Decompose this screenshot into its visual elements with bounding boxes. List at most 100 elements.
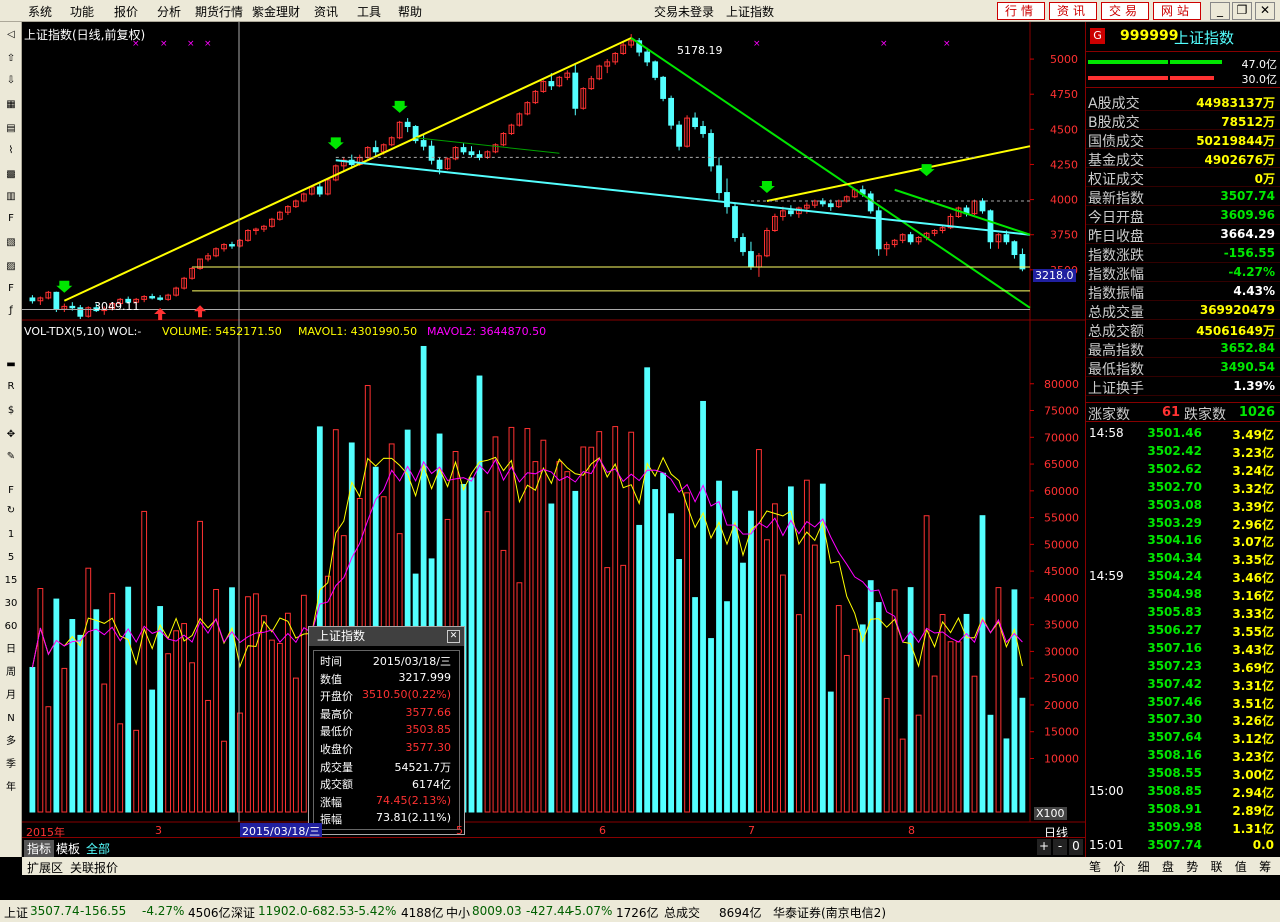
candle-body: [700, 126, 706, 135]
vol-tick-label: 20000: [1044, 699, 1079, 712]
fx-icon[interactable]: ƒ: [2, 302, 20, 320]
period-day-button[interactable]: 日: [2, 641, 20, 659]
volume-bar: [157, 606, 164, 813]
zoom-out-button[interactable]: -: [1053, 839, 1067, 855]
book-icon[interactable]: ▥: [2, 188, 20, 206]
menu-item-quote[interactable]: 报价: [114, 3, 138, 20]
f12-icon[interactable]: F: [2, 280, 20, 298]
zoom-reset-button[interactable]: 0: [1069, 839, 1083, 855]
menu-item-help[interactable]: 帮助: [398, 3, 422, 20]
volume-bar: [93, 609, 100, 813]
panel-tab[interactable]: 值: [1235, 858, 1247, 875]
panel-tab[interactable]: 筹: [1259, 858, 1271, 875]
period-15-button[interactable]: 15: [2, 572, 20, 590]
line-chart-icon[interactable]: ⌇: [2, 142, 20, 160]
period-week-button[interactable]: 周: [2, 664, 20, 682]
menu-item-news[interactable]: 资讯: [314, 3, 338, 20]
menu-item-finance[interactable]: 紫金理财: [252, 3, 300, 20]
tab-related-quote[interactable]: 关联报价: [70, 859, 118, 876]
dollar-icon[interactable]: $: [2, 402, 20, 420]
panel-tab[interactable]: 笔: [1089, 858, 1101, 875]
cursor-info-box[interactable]: 上证指数 ✕ 时间 2015/03/18/三 数值 3217.999 开盘价 3510.5…: [308, 626, 465, 835]
chart-icon[interactable]: ▦: [2, 96, 20, 114]
status-sz-price[interactable]: 11902.0: [258, 904, 308, 918]
tab-trade[interactable]: 交易: [1101, 2, 1149, 20]
candle-body: [867, 193, 874, 212]
tab-extension[interactable]: 扩展区: [27, 859, 63, 876]
panel-tab[interactable]: 细: [1138, 858, 1150, 875]
tick-row: 15:00 3508.85 2.94亿: [1086, 782, 1280, 801]
status-zx-change: -427.44: [526, 904, 573, 918]
volume-bar: [907, 587, 914, 813]
candle-body: [69, 305, 76, 309]
menu-item-function[interactable]: 功能: [70, 3, 94, 20]
status-sh-pct: -4.27%: [142, 904, 185, 918]
kline-chart[interactable]: 3500375040004250450047505000800007500070…: [22, 22, 1085, 837]
calendar-icon[interactable]: ▨: [2, 258, 20, 276]
vol-scale: X100: [1034, 807, 1067, 820]
stat-value: 3507.74: [1220, 189, 1275, 203]
panel-tab[interactable]: 联: [1211, 858, 1223, 875]
period-n-button[interactable]: N: [2, 710, 20, 728]
tick-volume: 3.39亿: [1232, 499, 1274, 514]
period-year-button[interactable]: 年: [2, 779, 20, 797]
tick-list[interactable]: 14:58 3501.46 3.49亿 3502.42 3.23亿 3502.62 3.24…: [1086, 424, 1280, 856]
tab-indicator[interactable]: 指标: [24, 840, 55, 857]
tab-all[interactable]: 全部: [86, 840, 110, 857]
status-sz-pct: -5.42%: [354, 904, 397, 918]
grid-icon[interactable]: ▩: [2, 166, 20, 184]
extension-tabs: 扩展区 关联报价: [22, 857, 1085, 875]
doc-icon[interactable]: ▧: [2, 234, 20, 252]
info-box-close-icon[interactable]: ✕: [447, 630, 460, 643]
status-sh-amount: 4506亿: [188, 906, 231, 920]
tick-volume: 3.46亿: [1232, 571, 1274, 586]
minimize-icon[interactable]: _: [1210, 2, 1230, 20]
restore-icon[interactable]: ❐: [1232, 2, 1252, 20]
menu-item-tools[interactable]: 工具: [357, 3, 381, 20]
tab-website[interactable]: 网站: [1153, 2, 1201, 20]
stat-label: 指数振幅: [1088, 286, 1144, 302]
bar1-label: 47.0亿: [1241, 58, 1278, 71]
period-30-button[interactable]: 30: [2, 595, 20, 613]
period-60-button[interactable]: 60: [2, 618, 20, 636]
zoom-in-button[interactable]: +: [1037, 839, 1051, 855]
panel-tab[interactable]: 势: [1186, 858, 1198, 875]
info-row-label: 成交量: [320, 760, 353, 774]
f10-icon[interactable]: F: [2, 210, 20, 228]
indicator-icon[interactable]: ▬: [2, 356, 20, 374]
tab-template[interactable]: 模板: [56, 840, 80, 857]
info-row-value: 54521.7万: [394, 760, 452, 774]
panel-tab[interactable]: 盘: [1162, 858, 1174, 875]
arrow-up-icon[interactable]: ⇧: [2, 50, 20, 68]
period-multi-button[interactable]: 多: [2, 733, 20, 751]
period-month-button[interactable]: 月: [2, 687, 20, 705]
move-icon[interactable]: ✥: [2, 426, 20, 444]
price-tick-label: 4000: [1050, 194, 1078, 207]
volume-bar: [53, 598, 60, 813]
panel-tab[interactable]: 价: [1113, 858, 1125, 875]
close-icon[interactable]: ✕: [1255, 2, 1275, 20]
menu-item-futures[interactable]: 期货行情: [195, 3, 243, 20]
period-1-button[interactable]: 1: [2, 526, 20, 544]
menu-item-analysis[interactable]: 分析: [157, 3, 181, 20]
period-5-button[interactable]: 5: [2, 549, 20, 567]
chart-area[interactable]: 3500375040004250450047505000800007500070…: [22, 22, 1085, 857]
period-season-button[interactable]: 季: [2, 756, 20, 774]
tab-quotes[interactable]: 行情: [997, 2, 1045, 20]
table-icon[interactable]: ▤: [2, 120, 20, 138]
f5-icon[interactable]: F: [2, 482, 20, 500]
refresh-icon[interactable]: ↻: [2, 502, 20, 520]
info-row-value: 3577.66: [405, 705, 452, 719]
pencil-icon[interactable]: ✎: [2, 448, 20, 466]
status-zx-price[interactable]: 8009.03: [472, 904, 522, 918]
menu-item-system[interactable]: 系统: [28, 3, 52, 20]
arrow-left-icon[interactable]: ◁: [2, 26, 20, 44]
tick-volume: 3.31亿: [1232, 678, 1274, 693]
rsi-icon[interactable]: R: [2, 378, 20, 396]
info-row-label: 时间: [320, 655, 342, 668]
tick-volume: 2.96亿: [1232, 517, 1274, 532]
tick-row: 3507.30 3.26亿: [1086, 710, 1280, 729]
arrow-down-icon[interactable]: ⇩: [2, 72, 20, 90]
status-sh-price[interactable]: 3507.74: [30, 904, 80, 918]
tab-news[interactable]: 资讯: [1049, 2, 1097, 20]
